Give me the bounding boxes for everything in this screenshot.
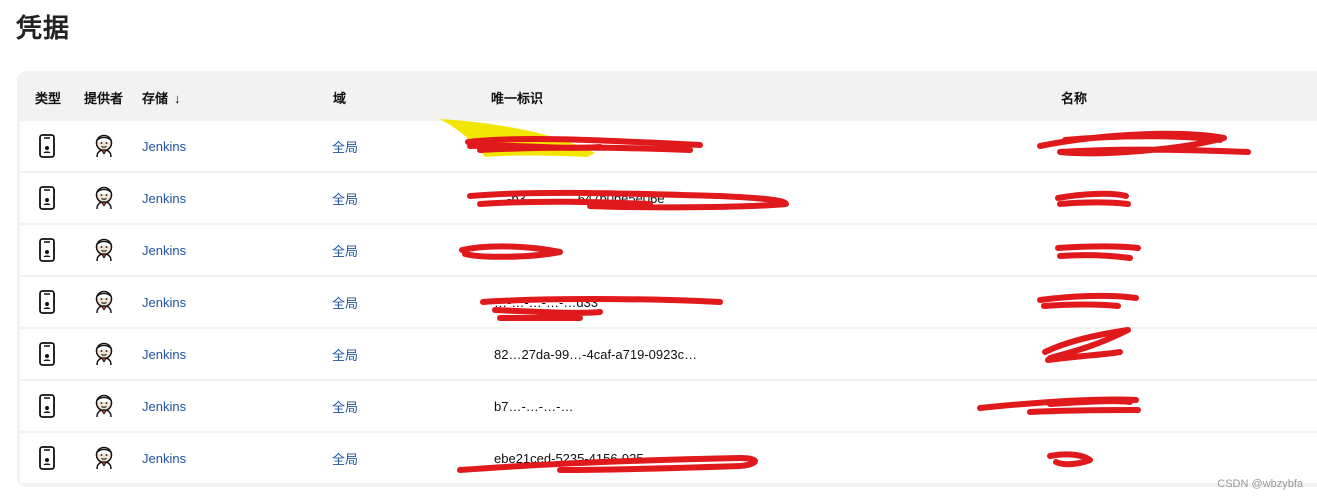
table-row: Jenkins 全局 82…27da-99…-4caf-a719-0923c…: [20, 329, 1317, 379]
watermark: CSDN @wbzybfa: [1217, 478, 1303, 490]
credential-phone-icon: [38, 225, 56, 275]
jenkins-butler-icon: [92, 433, 116, 483]
header-id: 唯一标识: [491, 91, 544, 106]
store-link[interactable]: Jenkins: [142, 243, 186, 258]
jenkins-butler-icon: [92, 381, 116, 431]
domain-link[interactable]: 全局: [332, 241, 358, 260]
store-link[interactable]: Jenkins: [142, 295, 186, 310]
credential-phone-icon: [38, 173, 56, 223]
credential-id[interactable]: …-…-…-…-…d33: [494, 295, 598, 310]
credential-phone-icon: [38, 381, 56, 431]
credential-phone-icon: [38, 329, 56, 379]
header-name: 名称: [1061, 91, 1088, 106]
credential-phone-icon: [38, 277, 56, 327]
store-link[interactable]: Jenkins: [142, 451, 186, 466]
table-row: Jenkins 全局 …-b3…-…-…-647b0be5e06e: [20, 173, 1317, 223]
page-title: 凭据: [16, 13, 71, 43]
credential-id[interactable]: 82…27da-99…-4caf-a719-0923c…: [494, 347, 697, 362]
domain-link[interactable]: 全局: [332, 345, 358, 364]
credential-id[interactable]: ebe21ced-5235-4156-925…: [494, 451, 657, 466]
store-link[interactable]: Jenkins: [142, 139, 186, 154]
table-header: 类型 提供者 存储 ↓ 域 唯一标识 名称: [17, 71, 1317, 121]
sort-arrow-icon: ↓: [174, 91, 181, 106]
domain-link[interactable]: 全局: [332, 397, 358, 416]
jenkins-butler-icon: [92, 225, 116, 275]
store-link[interactable]: Jenkins: [142, 347, 186, 362]
header-type: 类型: [35, 91, 62, 106]
table-row: Jenkins 全局 …Jenkins_…: [20, 121, 1317, 171]
credential-id[interactable]: b7…-…-…-…: [494, 399, 573, 414]
jenkins-butler-icon: [92, 173, 116, 223]
domain-link[interactable]: 全局: [332, 189, 358, 208]
header-store[interactable]: 存储 ↓: [142, 88, 181, 107]
domain-link[interactable]: 全局: [332, 449, 358, 468]
jenkins-butler-icon: [92, 121, 116, 171]
table-row: Jenkins 全局 b7…-…-…-…: [20, 381, 1317, 431]
header-domain: 域: [333, 91, 347, 106]
store-link[interactable]: Jenkins: [142, 399, 186, 414]
jenkins-butler-icon: [92, 329, 116, 379]
jenkins-butler-icon: [92, 277, 116, 327]
header-store-label: 存储: [142, 91, 169, 106]
table-row: Jenkins 全局 ebe21ced-5235-4156-925…: [20, 433, 1317, 483]
header-provider: 提供者: [84, 91, 124, 106]
credential-phone-icon: [38, 121, 56, 171]
credentials-table: 类型 提供者 存储 ↓ 域 唯一标识 名称 Jenkins 全局 …Jenkins…: [17, 71, 1317, 487]
credential-id[interactable]: …-b3…-…-…-647b0be5e06e: [494, 191, 665, 206]
credential-phone-icon: [38, 433, 56, 483]
store-link[interactable]: Jenkins: [142, 191, 186, 206]
table-row: Jenkins 全局: [20, 225, 1317, 275]
table-row: Jenkins 全局 …-…-…-…-…d33: [20, 277, 1317, 327]
domain-link[interactable]: 全局: [332, 137, 358, 156]
credential-id[interactable]: …Jenkins_…: [494, 139, 571, 154]
domain-link[interactable]: 全局: [332, 293, 358, 312]
